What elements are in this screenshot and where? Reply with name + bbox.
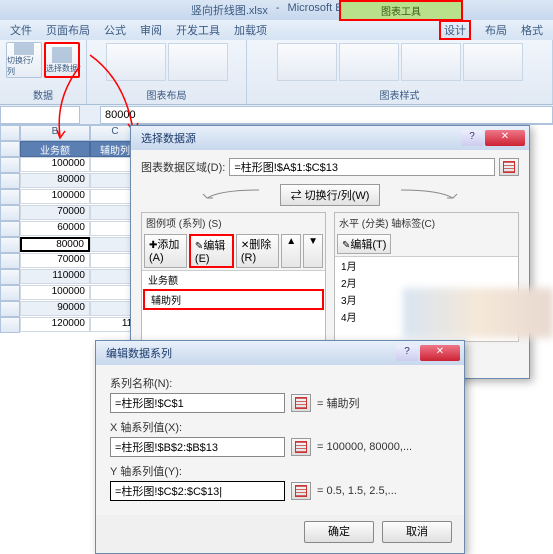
edit-category-button[interactable]: ✎编辑(T): [337, 234, 391, 254]
tab-file[interactable]: 文件: [10, 22, 32, 38]
tab-review[interactable]: 审阅: [140, 22, 162, 38]
cell[interactable]: 70000: [20, 205, 90, 220]
layout-group-label: 图表布局: [147, 87, 187, 102]
help-button[interactable]: ?: [461, 130, 483, 146]
cell[interactable]: 120000: [20, 317, 90, 332]
row-header-corner[interactable]: [0, 125, 20, 141]
range-label: 图表数据区域(D):: [141, 159, 225, 175]
row-header[interactable]: [0, 285, 20, 301]
dialog-title: 编辑数据系列: [100, 345, 172, 361]
title-bar: 竖向折线图.xlsx - Microsoft Excel: [0, 0, 553, 20]
cell[interactable]: 100000: [20, 189, 90, 204]
row-header[interactable]: [0, 237, 20, 253]
close-button[interactable]: ✕: [420, 345, 460, 361]
chart-tools-tab: 图表工具: [339, 0, 463, 21]
collapse-icon: [295, 397, 307, 409]
row-header[interactable]: [0, 157, 20, 173]
edit-series-button[interactable]: ✎编辑(E): [189, 234, 234, 268]
row-header[interactable]: [0, 141, 20, 157]
add-series-button[interactable]: ✚添加(A): [144, 234, 187, 268]
cell[interactable]: 60000: [20, 221, 90, 236]
style-preset[interactable]: [277, 43, 337, 81]
collapse-icon: [295, 441, 307, 453]
styles-group-label: 图表样式: [380, 87, 420, 102]
switch-icon: [14, 43, 34, 55]
tab-format[interactable]: 格式: [521, 22, 543, 38]
ref-button[interactable]: [291, 482, 311, 500]
style-preset[interactable]: [339, 43, 399, 81]
swap-rowcol-button[interactable]: ⇄ 切换行/列(W): [280, 184, 381, 206]
tab-design[interactable]: 设计: [439, 20, 471, 40]
style-preset[interactable]: [401, 43, 461, 81]
range-ref-button[interactable]: [499, 158, 519, 176]
switch-rowcol-label: 切换行/列: [7, 55, 41, 77]
series-name-result: = 辅助列: [317, 395, 359, 411]
formula-input[interactable]: 80000: [100, 106, 553, 124]
switch-rowcol-button[interactable]: 切换行/列: [6, 42, 42, 78]
close-button[interactable]: ✕: [485, 130, 525, 146]
category-panel-title: 水平 (分类) 轴标签(C): [335, 213, 518, 232]
collapse-icon: [295, 485, 307, 497]
menu-tabs: 文件 页面布局 公式 审阅 开发工具 加载项 设计 布局 格式: [0, 20, 553, 40]
x-values-label: X 轴系列值(X):: [110, 419, 450, 435]
collapse-icon: [503, 161, 515, 173]
delete-series-button[interactable]: ✕删除(R): [236, 234, 279, 268]
cell[interactable]: 80000: [20, 237, 90, 252]
dialog-title-bar[interactable]: 选择数据源 ? ✕: [131, 126, 529, 150]
blurred-region: [403, 288, 553, 338]
tab-layout[interactable]: 布局: [485, 22, 507, 38]
series-name-input[interactable]: [110, 393, 285, 413]
y-values-result: = 0.5, 1.5, 2.5,...: [317, 485, 397, 497]
ref-button[interactable]: [291, 438, 311, 456]
tab-page-layout[interactable]: 页面布局: [46, 22, 90, 38]
row-header[interactable]: [0, 189, 20, 205]
layout-preset[interactable]: [168, 43, 228, 81]
style-preset[interactable]: [463, 43, 523, 81]
row-header[interactable]: [0, 173, 20, 189]
cancel-button[interactable]: 取消: [382, 521, 452, 543]
ref-button[interactable]: [291, 394, 311, 412]
ribbon-group-styles: 图表样式: [247, 40, 553, 104]
x-values-result: = 100000, 80000,...: [317, 441, 412, 453]
filename: 竖向折线图.xlsx: [191, 2, 268, 18]
cell[interactable]: 80000: [20, 173, 90, 188]
ok-button[interactable]: 确定: [304, 521, 374, 543]
range-input[interactable]: =柱形图!$A$1:$C$13: [229, 158, 495, 176]
tab-addins[interactable]: 加载项: [234, 22, 267, 38]
series-item[interactable]: 业务额: [142, 271, 325, 288]
row-header[interactable]: [0, 205, 20, 221]
tab-formulas[interactable]: 公式: [104, 22, 126, 38]
swap-label: 切换行/列(W): [305, 190, 370, 202]
move-down-button[interactable]: ▼: [303, 234, 323, 268]
swap-arrow-left-icon: [201, 188, 261, 202]
swap-arrow-right-icon: [399, 188, 459, 202]
row-header[interactable]: [0, 317, 20, 333]
series-item-selected[interactable]: 辅助列: [143, 289, 324, 310]
x-values-input[interactable]: [110, 437, 285, 457]
row-header[interactable]: [0, 221, 20, 237]
cell[interactable]: 70000: [20, 253, 90, 268]
cell[interactable]: 90000: [20, 301, 90, 316]
cell[interactable]: 110000: [20, 269, 90, 284]
cell[interactable]: 100000: [20, 157, 90, 172]
move-up-button[interactable]: ▲: [281, 234, 301, 268]
row-header[interactable]: [0, 269, 20, 285]
legend-series-panel: 图例项 (系列) (S) ✚添加(A) ✎编辑(E) ✕删除(R) ▲ ▼ 业务…: [141, 212, 326, 342]
row-header[interactable]: [0, 301, 20, 317]
y-values-label: Y 轴系列值(Y):: [110, 463, 450, 479]
help-button[interactable]: ?: [396, 345, 418, 361]
y-values-input[interactable]: [110, 481, 285, 501]
edit-series-dialog: 编辑数据系列 ? ✕ 系列名称(N): = 辅助列 X 轴系列值(X): = 1…: [95, 340, 465, 554]
series-name-label: 系列名称(N):: [110, 375, 450, 391]
dialog-title: 选择数据源: [135, 130, 196, 146]
tab-view[interactable]: 开发工具: [176, 22, 220, 38]
row-header[interactable]: [0, 253, 20, 269]
legend-panel-title: 图例项 (系列) (S): [142, 213, 325, 232]
dialog-title-bar[interactable]: 编辑数据系列 ? ✕: [96, 341, 464, 365]
cell[interactable]: 100000: [20, 285, 90, 300]
category-item[interactable]: 1月: [335, 257, 518, 274]
